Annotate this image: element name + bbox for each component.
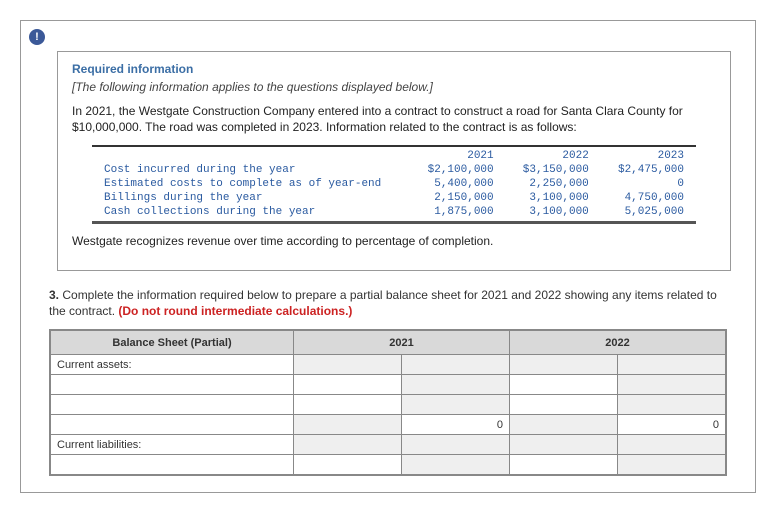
alert-icon: !: [29, 29, 45, 45]
col-2023: 2023: [601, 149, 696, 163]
question-warning: (Do not round intermediate calculations.…: [118, 304, 352, 318]
blank-cell: [402, 455, 510, 475]
blank-cell: [510, 355, 618, 375]
blank-cell: [618, 355, 726, 375]
input-cell[interactable]: [51, 395, 294, 415]
sheet-title: Balance Sheet (Partial): [51, 331, 294, 355]
sheet-col-2022: 2022: [510, 331, 726, 355]
current-liabilities-label: Current liabilities:: [51, 435, 294, 455]
input-cell[interactable]: [510, 375, 618, 395]
balance-sheet-table: Balance Sheet (Partial) 2021 2022 Curren…: [49, 329, 727, 476]
cell: 3,100,000: [506, 191, 601, 205]
blank-cell: [402, 355, 510, 375]
cell: $2,475,000: [601, 163, 696, 177]
blank-cell: [618, 375, 726, 395]
question-text: 3. Complete the information required bel…: [49, 287, 727, 319]
recognition-note: Westgate recognizes revenue over time ac…: [72, 234, 716, 250]
input-cell[interactable]: [294, 455, 402, 475]
blank-cell: [618, 455, 726, 475]
input-cell[interactable]: [294, 375, 402, 395]
cell: 2,250,000: [506, 177, 601, 191]
total-cell-2021: 0: [402, 415, 510, 435]
row-label: Cash collections during the year: [92, 205, 410, 219]
blank-cell: [402, 375, 510, 395]
cell: $3,150,000: [506, 163, 601, 177]
blank-cell: [618, 435, 726, 455]
cell: 0: [601, 177, 696, 191]
input-cell[interactable]: [51, 375, 294, 395]
blank-cell: [510, 435, 618, 455]
cell: 5,025,000: [601, 205, 696, 219]
info-panel: Required information [The following info…: [57, 51, 731, 271]
contract-data-table: 2021 2022 2023 Cost incurred during the …: [92, 145, 696, 224]
cell: 5,400,000: [410, 177, 505, 191]
input-cell[interactable]: [510, 455, 618, 475]
blank-cell: [294, 435, 402, 455]
row-label: Estimated costs to complete as of year-e…: [92, 177, 410, 191]
row-label: Billings during the year: [92, 191, 410, 205]
input-cell[interactable]: [294, 395, 402, 415]
cell: $2,100,000: [410, 163, 505, 177]
blank-cell: [402, 395, 510, 415]
blank-cell: [294, 415, 402, 435]
blank-cell: [510, 415, 618, 435]
blank-cell: [294, 355, 402, 375]
required-info-heading: Required information: [72, 62, 716, 76]
input-cell[interactable]: [51, 415, 294, 435]
problem-container: ! Required information [The following in…: [20, 20, 756, 493]
blank-cell: [402, 435, 510, 455]
question-number: 3.: [49, 288, 59, 302]
col-2022: 2022: [506, 149, 601, 163]
cell: 2,150,000: [410, 191, 505, 205]
total-cell-2022: 0: [618, 415, 726, 435]
cell: 3,100,000: [506, 205, 601, 219]
current-assets-label: Current assets:: [51, 355, 294, 375]
input-cell[interactable]: [510, 395, 618, 415]
intro-text: In 2021, the Westgate Construction Compa…: [72, 104, 716, 135]
blank-cell: [618, 395, 726, 415]
col-2021: 2021: [410, 149, 505, 163]
applies-note: [The following information applies to th…: [72, 80, 716, 94]
sheet-col-2021: 2021: [294, 331, 510, 355]
cell: 1,875,000: [410, 205, 505, 219]
cell: 4,750,000: [601, 191, 696, 205]
row-label: Cost incurred during the year: [92, 163, 410, 177]
input-cell[interactable]: [51, 455, 294, 475]
